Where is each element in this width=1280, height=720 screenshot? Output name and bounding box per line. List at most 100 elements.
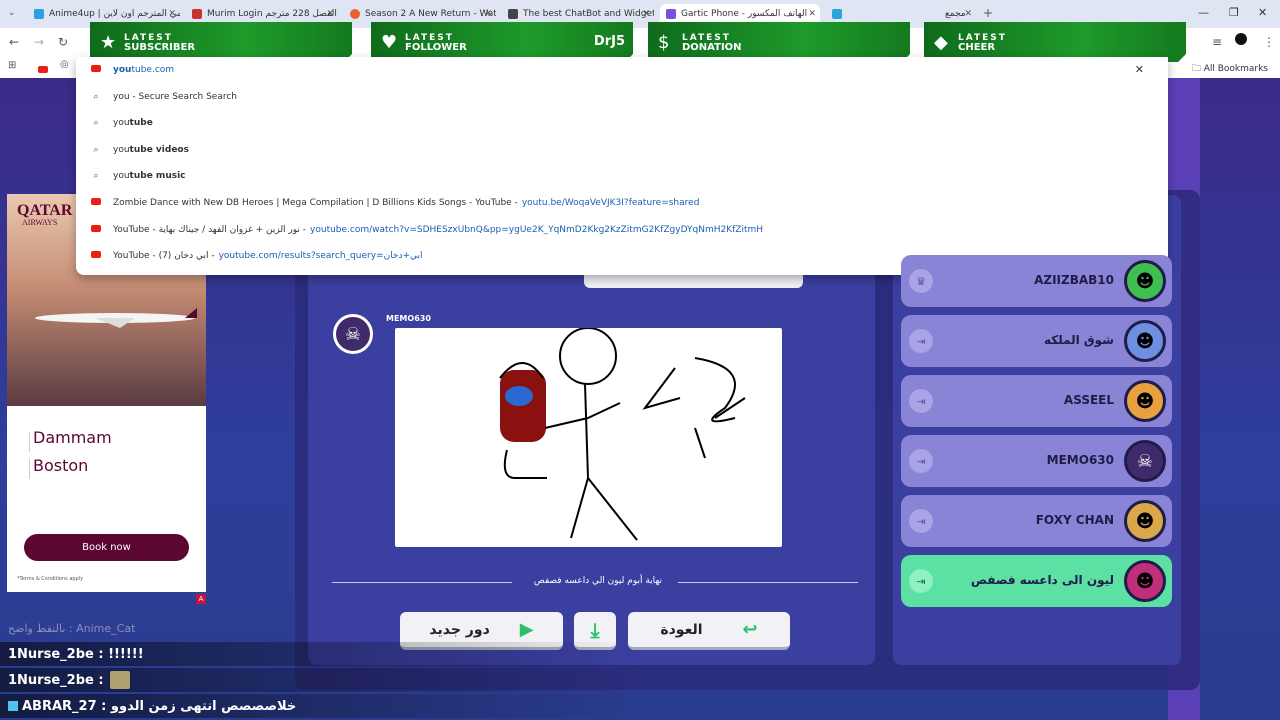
suggestion-row[interactable]: YouTube - نور الزين + غزوان الفهد / جينا… <box>90 220 763 240</box>
suggestion-text: Zombie Dance with New DB Heroes | Mega C… <box>113 198 518 208</box>
close-icon[interactable]: ✕ <box>168 9 176 19</box>
gartic-favicon-icon <box>666 9 676 19</box>
close-icon[interactable]: ✕ <box>642 9 650 19</box>
close-icon[interactable]: ✕ <box>808 9 816 19</box>
suggestion-text: tube <box>129 118 153 128</box>
tab-anime4up[interactable]: Anime4up | أنمي المترجم اون لاين ✕ <box>28 4 180 24</box>
suggestion-prefix: you <box>113 118 130 128</box>
all-bookmarks-label: All Bookmarks <box>1203 64 1268 74</box>
chat-message: بالنقط واضح : Anime_Cat <box>0 616 640 640</box>
player-avatar-icon: ☻ <box>1124 320 1166 362</box>
close-icon[interactable]: ✕ <box>484 9 492 19</box>
youtube-icon <box>90 198 102 208</box>
search-icon: ⌕ <box>93 118 99 128</box>
search-icon: ⌕ <box>93 145 99 155</box>
player-row: ⇥ MEMO630 ☠ <box>901 435 1172 487</box>
book-now-button[interactable]: Book now <box>24 534 189 561</box>
player-avatar-icon: ☻ <box>1124 500 1166 542</box>
heart-icon: ♥ <box>381 32 398 53</box>
tab-label: The best ChatBot and Widgets <box>523 9 654 19</box>
suggestion-text: tube videos <box>129 145 189 155</box>
suggestion-row[interactable]: you tube.com <box>90 60 174 80</box>
enter-icon: ⇥ <box>909 449 933 473</box>
tab-majma[interactable]: مجمع ✕ <box>826 4 976 24</box>
reload-icon[interactable]: ↻ <box>58 35 68 49</box>
suggestion-text: tube.com <box>131 65 175 75</box>
ad-city-origin: Dammam <box>33 428 112 447</box>
alert-value: CHEER <box>958 42 996 53</box>
maximize-icon[interactable]: ❐ <box>1229 6 1239 19</box>
globe-icon[interactable]: ◎ <box>60 59 69 70</box>
close-icon[interactable]: ✕ <box>326 9 334 19</box>
tab-gartic[interactable]: Gartic Phone - الهاتف المكسور ✕ <box>660 4 820 24</box>
suggestion-url: youtu.be/WoqaVeVJK3I?feature=shared <box>521 198 700 208</box>
badge-icon <box>8 701 18 711</box>
tab-label: مجمع <box>945 9 966 19</box>
search-icon: ⌕ <box>93 92 99 102</box>
back-label: العودة <box>660 621 703 638</box>
youtube-bookmark-icon[interactable] <box>38 62 48 76</box>
author-name: MEMO630 <box>386 314 431 323</box>
new-tab-icon[interactable]: + <box>983 6 993 20</box>
album-caption: نهاية أبوم ليون الي داعسه فصفص <box>533 576 663 586</box>
chat-message: 1Nurse_2be : !!!!!! <box>0 642 640 666</box>
back-icon[interactable]: ← <box>9 35 19 49</box>
gmail-favicon-icon <box>192 9 202 19</box>
apps-icon[interactable]: ⊞ <box>8 60 16 71</box>
player-row: ⇥ ASSEEL ☻ <box>901 375 1172 427</box>
suggestion-row[interactable]: ⌕ you tube <box>90 113 153 133</box>
player-name: MEMO630 <box>1046 453 1114 467</box>
search-icon: ⌕ <box>93 171 99 181</box>
github-favicon-icon <box>508 9 518 19</box>
divider <box>29 432 30 452</box>
dollar-icon: $ <box>658 32 670 53</box>
suggestion-row[interactable]: Zombie Dance with New DB Heroes | Mega C… <box>90 193 699 213</box>
diamond-icon: ◆ <box>934 32 948 53</box>
minimize-icon[interactable]: — <box>1198 6 1209 19</box>
youtube-icon <box>90 65 102 75</box>
player-name: ASSEEL <box>1063 393 1114 407</box>
close-icon[interactable]: ✕ <box>964 9 972 19</box>
ad-city-destination: Boston <box>33 456 89 475</box>
window-close-icon[interactable]: ✕ <box>1258 6 1267 19</box>
divider <box>678 582 858 583</box>
suggestion-row[interactable]: ⌕ you tube music <box>90 166 186 186</box>
alert-value: DONATION <box>682 42 742 53</box>
player-name: AZIIZBAB10 <box>1034 273 1114 287</box>
return-icon: ↩ <box>742 619 758 640</box>
star-icon: ★ <box>100 32 117 53</box>
tab-chatbot[interactable]: The best ChatBot and Widgets ✕ <box>502 4 654 24</box>
tab-season2[interactable]: Season 2 A New Return - Watch ✕ <box>344 4 496 24</box>
suggestion-row[interactable]: ⌕ you tube videos <box>90 140 189 160</box>
player-name: FOXY CHAN <box>1035 513 1114 527</box>
alert-follower-name: DrJ5 <box>593 34 625 49</box>
forward-icon[interactable]: → <box>34 35 44 49</box>
alert-cheer: ◆ LATEST CHEER <box>924 22 1186 62</box>
profile-avatar-icon[interactable] <box>1235 33 1247 45</box>
ad-choices-icon[interactable]: A <box>196 594 206 604</box>
tab-label: Gartic Phone - الهاتف المكسور <box>681 9 808 19</box>
close-icon[interactable]: ✕ <box>1135 63 1144 76</box>
suggestion-row[interactable]: ⌕ you - Secure Search Search <box>90 87 237 107</box>
media-icon[interactable]: ≡ <box>1212 35 1222 49</box>
back-button[interactable]: العودة ↩ <box>628 612 790 650</box>
tab-murim[interactable]: Murim Login الفصل 228 مترجم ✕ <box>186 4 338 24</box>
site-favicon-icon <box>832 9 842 19</box>
drawing-canvas <box>395 327 782 547</box>
player-avatar-icon: ☻ <box>1124 260 1166 302</box>
alert-value: SUBSCRIBER <box>124 42 196 53</box>
suggestion-prefix: you <box>113 65 132 75</box>
menu-icon[interactable]: ⋮ <box>1263 35 1275 49</box>
suggestion-text: YouTube - (7) ابي دخان - <box>113 251 215 261</box>
tab-search-icon[interactable]: ⌄ <box>8 8 16 18</box>
suggestion-text: tube music <box>129 171 186 181</box>
suggestion-row[interactable]: YouTube - (7) ابي دخان - youtube.com/resu… <box>90 246 423 266</box>
alert-subscriber: ★ LATEST SUBSCRIBER <box>90 22 352 62</box>
all-bookmarks[interactable]: 🗀 All Bookmarks <box>1192 61 1268 77</box>
chat-text: 1Nurse_2be : !!!!!! <box>8 646 144 662</box>
divider <box>332 582 512 583</box>
youtube-icon <box>90 225 102 235</box>
suggestion-text: YouTube - نور الزين + غزوان الفهد / جينا… <box>113 225 307 235</box>
player-name: شوق الملكه <box>1043 333 1114 347</box>
author-avatar: ☠ <box>333 314 373 354</box>
